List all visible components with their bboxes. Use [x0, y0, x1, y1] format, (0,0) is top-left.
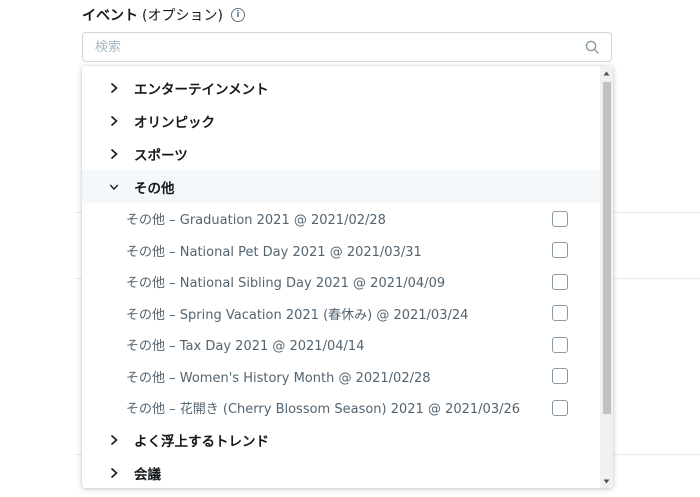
event-option-label: その他 – Graduation 2021 @ 2021/02/28 — [126, 213, 386, 229]
category-olympics[interactable]: オリンピック — [82, 104, 600, 137]
event-checkbox[interactable] — [552, 305, 568, 322]
event-option-label: その他 – Women's History Month @ 2021/02/28 — [126, 370, 431, 386]
event-option-label: その他 – Tax Day 2021 @ 2021/04/14 — [126, 339, 365, 355]
event-label: イベント — [82, 8, 138, 24]
search-input[interactable] — [95, 33, 575, 61]
category-other[interactable]: その他 — [82, 170, 600, 203]
category-sports[interactable]: スポーツ — [82, 137, 600, 170]
chevron-down-icon — [109, 182, 119, 192]
category-label: エンターテインメント — [134, 81, 269, 98]
event-option[interactable]: その他 – National Sibling Day 2021 @ 2021/0… — [82, 266, 600, 298]
event-dropdown[interactable]: エンターテインメント オリンピック スポーツ その他 その他 – Graduat… — [82, 66, 613, 488]
event-option-label: その他 – 花開き (Cherry Blossom Season) 2021 @… — [126, 402, 521, 418]
category-label: 会議 — [134, 467, 161, 483]
chevron-right-icon — [109, 115, 119, 126]
event-checkbox[interactable] — [552, 273, 568, 290]
chevron-right-icon — [109, 467, 119, 479]
category-conferences[interactable]: 会議 — [82, 457, 600, 489]
chevron-right-icon — [109, 434, 119, 446]
event-checkbox[interactable] — [552, 368, 568, 385]
event-checkbox[interactable] — [552, 242, 568, 259]
chevron-right-icon — [109, 82, 119, 93]
scroll-down-arrow-icon[interactable] — [600, 474, 613, 488]
event-field-label: イベント (オプション) i — [82, 4, 245, 26]
optional-label: (オプション) — [142, 8, 223, 24]
event-checkbox[interactable] — [552, 399, 568, 416]
scrollbar-thumb[interactable] — [603, 82, 611, 414]
category-label: よく浮上するトレンド — [134, 434, 269, 450]
event-checkbox[interactable] — [552, 336, 568, 353]
event-option[interactable]: その他 – 花開き (Cherry Blossom Season) 2021 @… — [82, 392, 600, 424]
event-option[interactable]: その他 – National Pet Day 2021 @ 2021/03/31 — [82, 235, 600, 267]
category-entertainment[interactable]: エンターテインメント — [82, 71, 600, 104]
scroll-up-arrow-icon[interactable] — [600, 66, 613, 80]
category-label: オリンピック — [134, 114, 215, 131]
category-trending[interactable]: よく浮上するトレンド — [82, 424, 600, 457]
event-category-list: エンターテインメント オリンピック スポーツ その他 その他 – Graduat… — [82, 71, 600, 488]
event-checkbox[interactable] — [552, 210, 568, 227]
event-option[interactable]: その他 – Tax Day 2021 @ 2021/04/14 — [82, 329, 600, 361]
chevron-right-icon — [109, 148, 119, 159]
event-option-label: その他 – National Pet Day 2021 @ 2021/03/31 — [126, 244, 422, 260]
event-option[interactable]: その他 – Women's History Month @ 2021/02/28 — [82, 361, 600, 393]
dropdown-scrollbar[interactable] — [600, 66, 613, 488]
event-option-label: その他 – Spring Vacation 2021 (春休み) @ 2021/… — [126, 307, 469, 323]
search-box[interactable] — [82, 32, 612, 62]
category-label: スポーツ — [134, 147, 188, 164]
category-label: その他 — [134, 180, 175, 197]
info-icon[interactable]: i — [230, 8, 245, 22]
event-option-label: その他 – National Sibling Day 2021 @ 2021/0… — [126, 276, 446, 292]
event-option[interactable]: その他 – Graduation 2021 @ 2021/02/28 — [82, 203, 600, 235]
search-icon — [585, 40, 599, 54]
event-option[interactable]: その他 – Spring Vacation 2021 (春休み) @ 2021/… — [82, 298, 600, 330]
